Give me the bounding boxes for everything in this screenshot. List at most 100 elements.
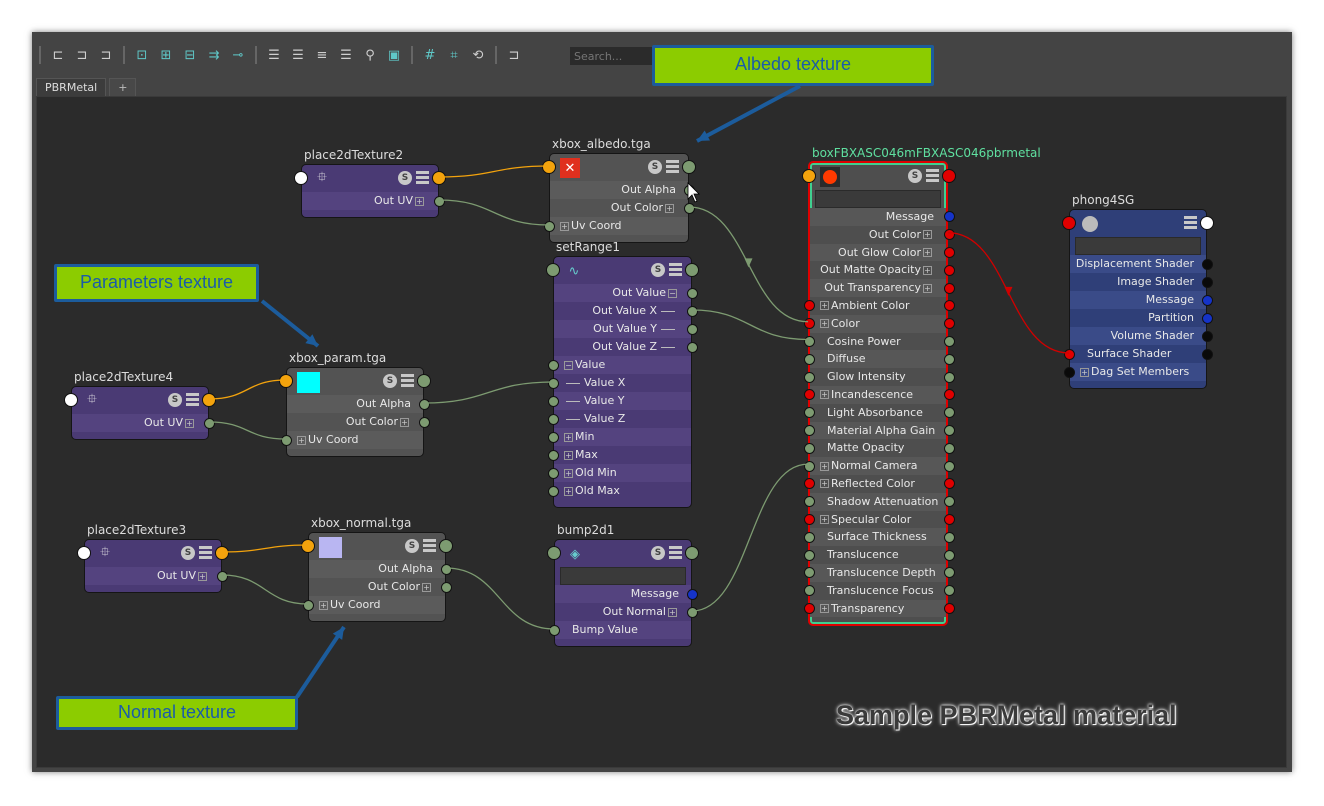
attribute-display-button[interactable] xyxy=(666,160,679,173)
solo-button[interactable]: S xyxy=(651,546,665,560)
attribute-row[interactable]: Translucence xyxy=(803,546,955,564)
output-port[interactable] xyxy=(943,424,955,436)
expand-icon[interactable]: + xyxy=(923,283,932,293)
output-port[interactable] xyxy=(433,195,445,207)
output-port[interactable] xyxy=(686,341,698,353)
output-port[interactable] xyxy=(943,264,955,276)
attribute-row[interactable]: Message xyxy=(810,208,955,226)
input-port[interactable] xyxy=(803,318,815,330)
node-place2dTexture2[interactable]: place2dTexture2 ⯐ S Out UV + xyxy=(294,148,446,218)
attribute-row[interactable]: Out Transparency + xyxy=(810,279,955,297)
tab-pbrmetal[interactable]: PBRMetal xyxy=(36,78,107,96)
output-port[interactable] xyxy=(440,581,452,593)
output-port[interactable] xyxy=(1201,258,1213,270)
input-port[interactable] xyxy=(77,546,91,560)
output-port[interactable] xyxy=(686,606,698,618)
output-port[interactable] xyxy=(439,539,453,553)
node-name-field[interactable] xyxy=(1075,237,1201,255)
attribute-row[interactable]: Out Value X xyxy=(554,302,698,320)
attribute-row[interactable]: Value Y xyxy=(547,392,691,410)
attribute-row[interactable]: Out Alpha xyxy=(287,395,430,413)
output-port[interactable] xyxy=(683,184,695,196)
input-connections-icon[interactable]: ⊏ xyxy=(48,45,68,65)
node-phong4SG[interactable]: phong4SG Displacement Shader Image Shader M… xyxy=(1062,193,1214,389)
attribute-row[interactable]: Bump Value xyxy=(548,621,691,639)
input-port[interactable] xyxy=(803,407,815,419)
input-port[interactable] xyxy=(547,359,559,371)
collapse-icon[interactable]: − xyxy=(668,288,677,298)
input-port[interactable] xyxy=(547,467,559,479)
attribute-row[interactable]: Out Value Y xyxy=(554,320,698,338)
input-port[interactable] xyxy=(803,300,815,312)
attribute-row[interactable]: Volume Shader xyxy=(1070,327,1213,345)
output-port[interactable] xyxy=(943,549,955,561)
attribute-row[interactable]: Out Glow Color + xyxy=(810,243,955,262)
attribute-row[interactable]: Cosine Power xyxy=(803,332,955,351)
attribute-display-button[interactable] xyxy=(186,393,199,406)
output-port[interactable] xyxy=(943,300,955,312)
output-port[interactable] xyxy=(943,585,955,597)
attribute-row[interactable]: Out Color + xyxy=(309,578,452,596)
output-port[interactable] xyxy=(685,263,699,277)
expand-icon[interactable]: + xyxy=(564,486,573,496)
output-connections-icon[interactable]: ⊐ xyxy=(96,45,116,65)
input-port[interactable] xyxy=(803,478,815,490)
node-bump2d1[interactable]: bump2d1 ◈ S Message Out Normal + Bump Value xyxy=(547,523,699,647)
attribute-row[interactable]: + Old Max xyxy=(547,482,691,500)
output-port[interactable] xyxy=(1201,330,1213,342)
input-port[interactable] xyxy=(546,263,560,277)
attribute-row[interactable]: Out Color + xyxy=(810,225,955,244)
attribute-row[interactable]: Light Absorbance xyxy=(803,403,955,422)
input-port[interactable] xyxy=(803,602,815,614)
input-port[interactable] xyxy=(1063,366,1075,378)
expand-icon[interactable]: + xyxy=(415,196,424,206)
attribute-row[interactable]: + Dag Set Members xyxy=(1063,363,1206,381)
output-port[interactable] xyxy=(943,407,955,419)
expand-icon[interactable]: + xyxy=(820,319,829,329)
custom-mode-icon[interactable]: ☰ xyxy=(336,45,356,65)
attribute-display-button[interactable] xyxy=(669,546,682,559)
output-port[interactable] xyxy=(943,389,955,401)
input-port[interactable] xyxy=(1062,216,1076,230)
output-port[interactable] xyxy=(202,393,216,407)
attribute-display-button[interactable] xyxy=(401,374,414,387)
output-port[interactable] xyxy=(686,588,698,600)
attribute-row[interactable]: + Max xyxy=(547,446,691,464)
search-input[interactable] xyxy=(570,47,660,65)
input-port[interactable] xyxy=(803,424,815,436)
output-port[interactable] xyxy=(682,160,696,174)
attribute-row[interactable]: Out Alpha xyxy=(550,181,695,199)
input-port[interactable] xyxy=(547,449,559,461)
output-port[interactable] xyxy=(943,353,955,365)
attribute-row[interactable]: Value Z xyxy=(547,410,691,428)
attribute-row[interactable]: Surface Thickness xyxy=(803,528,955,547)
expand-icon[interactable]: + xyxy=(564,432,573,442)
input-port[interactable] xyxy=(294,171,308,185)
input-port[interactable] xyxy=(547,546,561,560)
expand-icon[interactable]: + xyxy=(564,468,573,478)
attribute-row[interactable]: Translucence Depth xyxy=(803,563,955,582)
attribute-row[interactable]: Out Matte Opacity + xyxy=(810,261,955,280)
expand-icon[interactable]: + xyxy=(198,571,207,581)
expand-icon[interactable]: + xyxy=(820,479,829,489)
output-port[interactable] xyxy=(943,282,955,294)
input-port[interactable] xyxy=(548,624,560,636)
input-port[interactable] xyxy=(803,442,815,454)
attribute-row[interactable]: + Uv Coord xyxy=(302,596,445,614)
output-port[interactable] xyxy=(943,246,955,258)
input-port[interactable] xyxy=(802,169,816,183)
output-port[interactable] xyxy=(943,496,955,508)
output-port[interactable] xyxy=(683,202,695,214)
expand-icon[interactable]: + xyxy=(923,230,932,240)
add-tab-button[interactable]: + xyxy=(109,78,137,96)
input-port[interactable] xyxy=(803,496,815,508)
grid-icon[interactable]: # xyxy=(420,45,440,65)
attribute-row[interactable]: + Ambient Color xyxy=(803,296,955,315)
output-port[interactable] xyxy=(943,442,955,454)
attribute-row[interactable]: Out Normal + xyxy=(555,603,698,621)
attribute-display-button[interactable] xyxy=(423,539,436,552)
remove-selected-icon[interactable]: ⊟ xyxy=(180,45,200,65)
output-port[interactable] xyxy=(686,287,698,299)
pin-icon[interactable]: ⊸ xyxy=(228,45,248,65)
attribute-row[interactable]: Out Value Z xyxy=(554,338,698,356)
